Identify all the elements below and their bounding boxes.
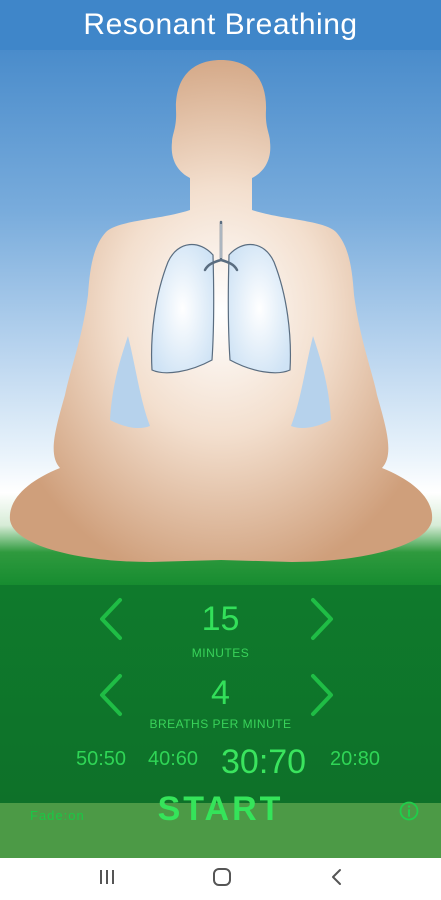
ratio-option-40-60[interactable]: 40:60 — [148, 748, 198, 771]
back-icon[interactable] — [322, 866, 352, 888]
body-silhouette — [9, 60, 433, 562]
breaths-value: 4 — [211, 674, 230, 712]
ratio-option-30-70-selected[interactable]: 30:70 — [221, 743, 306, 782]
app-title: Resonant Breathing — [83, 8, 358, 41]
minutes-value: 15 — [201, 600, 240, 638]
minutes-label: MINUTES — [191, 646, 250, 660]
meditating-figure-illustration — [9, 60, 433, 562]
ratio-option-50-50[interactable]: 50:50 — [76, 748, 126, 771]
meditation-scene — [0, 50, 441, 590]
app-title-bar: Resonant Breathing — [0, 0, 441, 50]
ratio-option-20-80[interactable]: 20:80 — [330, 748, 380, 771]
recents-icon[interactable] — [92, 866, 122, 888]
start-button[interactable]: START — [0, 790, 441, 829]
breaths-label: BREATHS PER MINUTE — [149, 717, 292, 731]
info-icon[interactable] — [399, 801, 419, 821]
home-icon[interactable] — [207, 866, 237, 888]
